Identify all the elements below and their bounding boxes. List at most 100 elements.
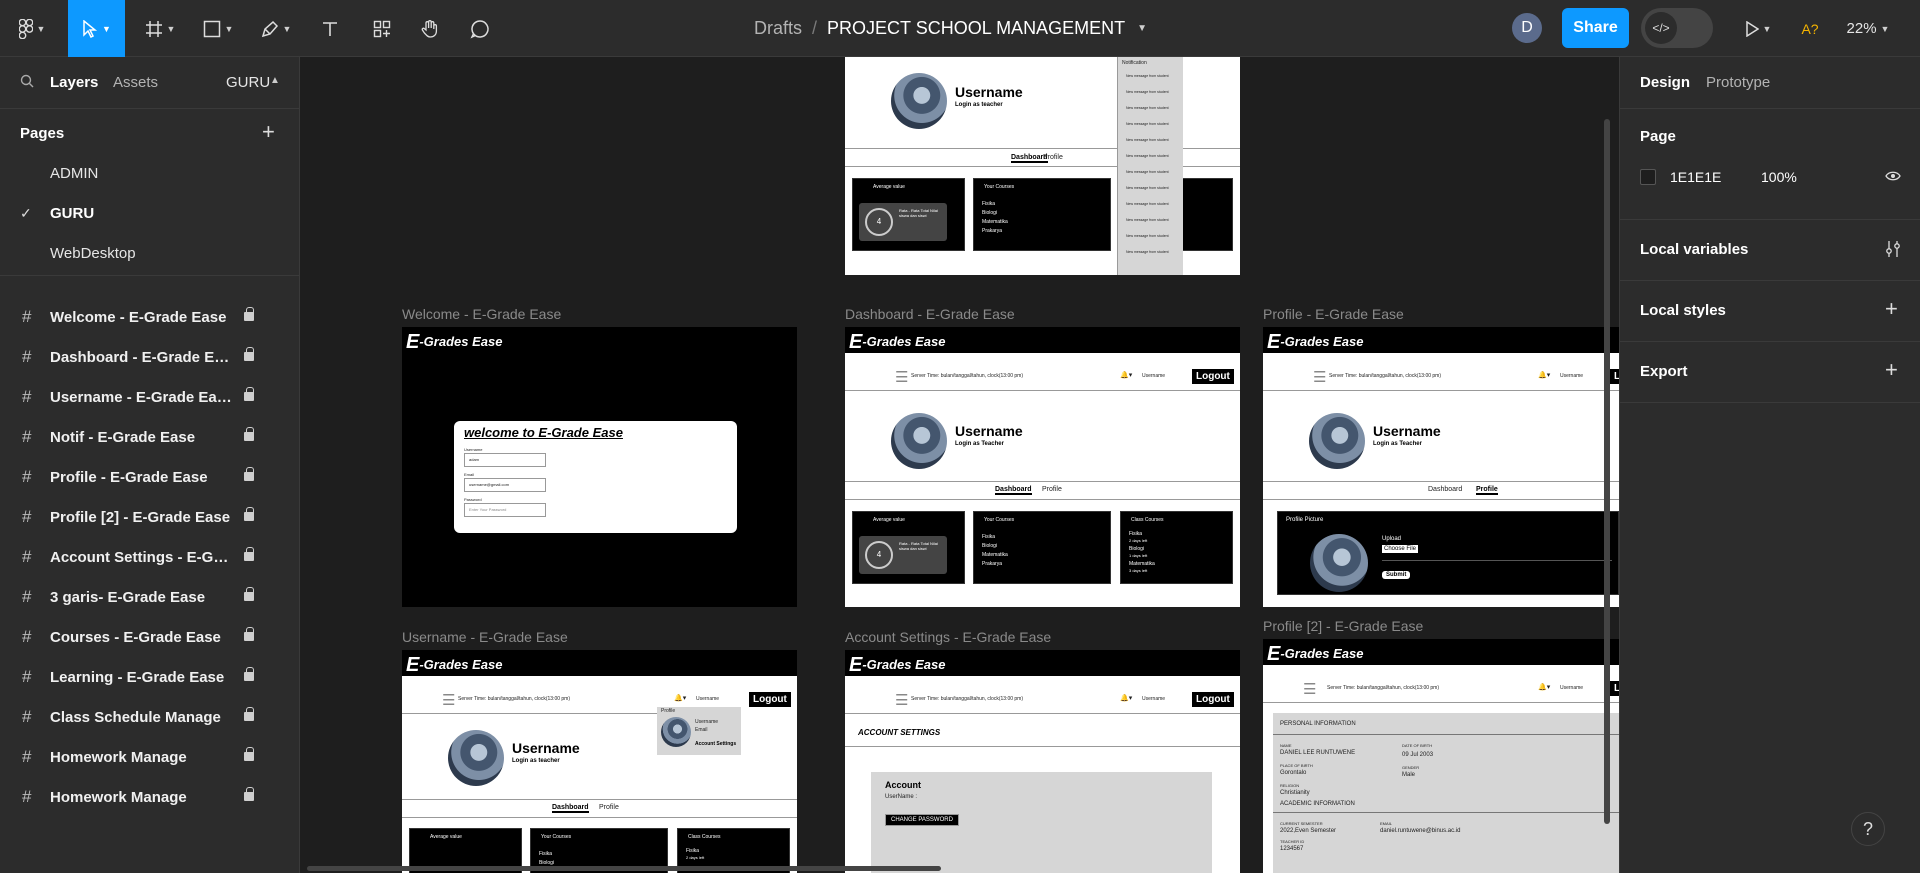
main-menu-button[interactable]: ▼: [10, 0, 54, 57]
layer-item[interactable]: # Dashboard - E-Grade Ease: [0, 337, 299, 377]
page-switcher[interactable]: GURU: [226, 74, 270, 91]
notif-item[interactable]: New message from student: [1126, 186, 1169, 190]
page-color-value[interactable]: 1E1E1E: [1670, 169, 1721, 185]
username-field[interactable]: adam: [464, 453, 546, 467]
notif-item[interactable]: New message from student: [1126, 154, 1169, 158]
layer-item[interactable]: # Account Settings - E-Grade Ease: [0, 537, 299, 577]
chevron-up-icon[interactable]: ▲: [270, 75, 280, 86]
frame-dashboard[interactable]: E-Grades Ease ☰ Server Time: bulan/tangg…: [845, 327, 1240, 607]
hand-tool-button[interactable]: [414, 0, 446, 57]
lock-icon[interactable]: [244, 587, 254, 601]
lock-icon[interactable]: [244, 747, 254, 761]
notif-item[interactable]: New message from student: [1126, 106, 1169, 110]
eye-icon[interactable]: [1885, 169, 1901, 187]
notif-item[interactable]: New message from student: [1126, 138, 1169, 142]
comment-tool-button[interactable]: [464, 0, 496, 57]
pen-tool-button[interactable]: ▼: [254, 0, 298, 57]
tab-assets[interactable]: Assets: [113, 74, 158, 91]
layer-item[interactable]: # Homework Manage: [0, 777, 299, 817]
layer-item[interactable]: # Welcome - E-Grade Ease: [0, 297, 299, 337]
bell-icon[interactable]: 🔔▾: [1120, 371, 1132, 379]
hamburger-icon[interactable]: ☰: [895, 368, 908, 386]
frame-label[interactable]: Profile [2] - E-Grade Ease: [1263, 618, 1423, 634]
page-color-swatch[interactable]: [1640, 169, 1656, 185]
tab-dashboard[interactable]: Dashboard: [1428, 486, 1462, 493]
frame-tool-button[interactable]: ▼: [138, 0, 182, 57]
tab-profile[interactable]: Profile: [1042, 486, 1062, 493]
lock-icon[interactable]: [244, 347, 254, 361]
canvas[interactable]: Username Login as teacher Dashboard Prof…: [300, 57, 1619, 873]
add-page-icon[interactable]: +: [262, 119, 275, 145]
notif-item[interactable]: New message from student: [1126, 234, 1169, 238]
hamburger-icon[interactable]: ☰: [1313, 368, 1326, 386]
search-icon[interactable]: [20, 74, 34, 93]
page-opacity-value[interactable]: 100%: [1761, 169, 1797, 185]
lock-icon[interactable]: [244, 707, 254, 721]
dev-mode-toggle[interactable]: </>: [1641, 8, 1713, 48]
local-variables-section[interactable]: Local variables: [1620, 220, 1920, 281]
tab-profile[interactable]: Profile: [1043, 154, 1063, 161]
lock-icon[interactable]: [244, 787, 254, 801]
move-tool-button[interactable]: ▼: [68, 0, 125, 57]
dropdown-profile[interactable]: Profile: [661, 708, 675, 714]
variables-settings-icon[interactable]: [1885, 240, 1901, 263]
present-button[interactable]: ▼: [1738, 0, 1778, 57]
layer-item[interactable]: # Username - E-Grade Ease: [0, 377, 299, 417]
lock-icon[interactable]: [244, 307, 254, 321]
hamburger-icon[interactable]: ☰: [895, 691, 908, 709]
layer-item[interactable]: # Notif - E-Grade Ease: [0, 417, 299, 457]
frame-profile-2[interactable]: E-Grades Ease ☰ Server Time: bulan/tangg…: [1263, 639, 1619, 873]
bell-icon[interactable]: 🔔▾: [1538, 683, 1550, 691]
hamburger-icon[interactable]: ☰: [1303, 680, 1316, 698]
user-menu[interactable]: Username: [1560, 685, 1583, 691]
share-button[interactable]: Share: [1562, 8, 1629, 48]
tab-design[interactable]: Design: [1640, 74, 1690, 91]
lock-icon[interactable]: [244, 667, 254, 681]
tab-prototype[interactable]: Prototype: [1706, 74, 1770, 91]
logout-button[interactable]: Logout: [749, 692, 791, 707]
frame-label[interactable]: Welcome - E-Grade Ease: [402, 306, 561, 322]
choose-file-button[interactable]: Choose File: [1382, 545, 1419, 553]
layer-item[interactable]: # Homework Manage: [0, 737, 299, 777]
lock-icon[interactable]: [244, 387, 254, 401]
user-menu[interactable]: Username: [1560, 373, 1583, 379]
notif-item[interactable]: New message from student: [1126, 90, 1169, 94]
tab-layers[interactable]: Layers: [50, 74, 98, 91]
file-name[interactable]: PROJECT SCHOOL MANAGEMENT: [827, 18, 1125, 39]
frame-label[interactable]: Username - E-Grade Ease: [402, 629, 568, 645]
avatar[interactable]: D: [1512, 13, 1542, 43]
chevron-down-icon[interactable]: ▼: [1137, 23, 1147, 34]
tab-dashboard[interactable]: Dashboard: [995, 486, 1032, 495]
notif-item[interactable]: New message from student: [1126, 218, 1169, 222]
logout-button[interactable]: Logout: [1192, 369, 1234, 384]
missing-fonts-indicator[interactable]: A?: [1797, 0, 1823, 57]
frame-username[interactable]: E-Grades Ease ☰ Server Time: bulan/tangg…: [402, 650, 797, 873]
frame-label[interactable]: Profile - E-Grade Ease: [1263, 306, 1404, 322]
canvas-horizontal-scrollbar[interactable]: [307, 866, 941, 871]
submit-button[interactable]: Submit: [1382, 571, 1411, 579]
lock-icon[interactable]: [244, 507, 254, 521]
page-item-admin[interactable]: ADMIN: [50, 165, 98, 182]
logout-button[interactable]: Logout: [1192, 692, 1234, 707]
bell-icon[interactable]: 🔔▾: [1120, 694, 1132, 702]
tab-dashboard[interactable]: Dashboard: [552, 804, 589, 813]
lock-icon[interactable]: [244, 627, 254, 641]
frame-account-settings[interactable]: E-Grades Ease ☰ Server Time: bulan/tangg…: [845, 650, 1240, 873]
tab-profile[interactable]: Profile: [599, 804, 619, 811]
frame-notif[interactable]: Username Login as teacher Dashboard Prof…: [845, 57, 1240, 275]
layer-item[interactable]: # Courses - E-Grade Ease: [0, 617, 299, 657]
canvas-vertical-scrollbar[interactable]: [1604, 119, 1610, 824]
help-button[interactable]: ?: [1851, 812, 1885, 846]
user-menu[interactable]: Username: [1142, 373, 1165, 379]
page-item-guru[interactable]: GURU: [50, 205, 94, 222]
text-tool-button[interactable]: [314, 0, 346, 57]
bell-icon[interactable]: 🔔▾: [674, 694, 686, 702]
tab-profile[interactable]: Profile: [1476, 486, 1498, 495]
notif-item[interactable]: New message from student: [1126, 202, 1169, 206]
hamburger-icon[interactable]: ☰: [442, 691, 455, 709]
password-field[interactable]: Enter Your Password: [464, 503, 546, 517]
email-field[interactable]: username@gmail.com: [464, 478, 546, 492]
breadcrumb-drafts[interactable]: Drafts: [754, 18, 802, 39]
layer-item[interactable]: #3 garis- E-Grade Ease: [0, 577, 299, 617]
logout-button[interactable]: L: [1610, 681, 1619, 696]
